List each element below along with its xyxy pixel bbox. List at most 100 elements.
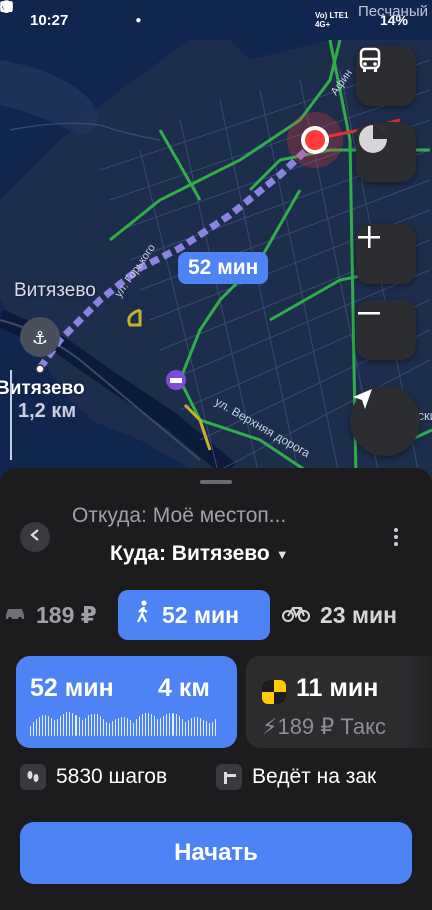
elevation-bar [196,717,198,736]
scale-distance: 1,2 км [18,400,77,422]
elevation-bar [214,719,216,736]
sheet-handle[interactable] [200,480,232,484]
bicycle-icon [282,602,310,629]
taxi-card-time: 11 мин [296,674,379,702]
elevation-bar [205,721,207,736]
to-text: Куда: Витязево [110,542,270,565]
elevation-bar [36,719,38,736]
app-screen: ⚓ ул. Горького ул. Верхняя дорога Афин П… [0,0,432,910]
elevation-bar [145,713,147,736]
elevation-bar [105,722,107,736]
more-menu-button[interactable] [394,528,400,546]
elevation-bar [54,720,56,736]
elevation-bar [199,718,201,736]
elevation-bar [42,715,44,736]
walking-icon [134,600,152,630]
start-button[interactable]: Начать [20,822,412,884]
my-location-button[interactable] [350,386,420,456]
mode-car[interactable]: 189 ₽ [4,590,97,640]
elevation-bar [33,722,35,736]
caret-down-icon: ▼ [275,546,289,562]
transport-modes: 189 ₽ 52 мин 23 мин [0,590,432,640]
elevation-bar [202,720,204,736]
walk-route-card[interactable]: 52 мин 4 км [16,656,237,748]
to-field[interactable]: Куда: Витязево ▼ [110,542,289,566]
elevation-bar [78,717,80,736]
leads-text: Ведёт на зак [252,765,377,788]
car-icon [4,602,26,629]
taxi-fade [406,656,432,748]
lightning-icon: ⚡ [262,714,278,739]
route-sheet: Откуда: Моё местоп... Куда: Витязево ▼ 18… [0,468,432,910]
yandex-taxi-icon [262,680,286,704]
elevation-bar [133,723,135,736]
elevation-bar [60,716,62,736]
elevation-bar [190,718,192,736]
leads-info: Ведёт на зак [216,760,376,794]
elevation-bar [87,715,89,736]
elevation-bar [142,714,144,736]
transit-button[interactable] [356,46,416,106]
walk-card-time: 52 мин [30,674,114,702]
elevation-bar [151,714,153,736]
elevation-bar [148,713,150,736]
elevation-bar [127,718,129,736]
walk-card-distance: 4 км [158,674,210,702]
elevation-bar [120,717,122,736]
taxi-card[interactable]: 11 мин ⚡189 ₽ Такс [246,656,432,748]
elevation-profile [30,708,216,736]
back-button[interactable] [20,522,50,552]
elevation-bar [130,720,132,736]
place-label-anchor: Витязево [0,378,85,399]
footprints-icon [20,764,46,790]
elevation-bar [117,718,119,736]
status-time: 10:27 [30,11,69,29]
map-view[interactable]: ⚓ ул. Горького ул. Верхняя дорога Афин П… [0,0,432,480]
mode-walk[interactable]: 52 мин [118,590,270,640]
steps-text: 5830 шагов [56,765,168,788]
layers-button[interactable] [356,122,416,182]
elevation-bar [93,714,95,736]
elevation-bar [211,722,213,736]
svg-text:⚓: ⚓ [32,328,48,349]
elevation-bar [81,720,83,736]
elevation-bar [102,719,104,736]
elevation-bar [208,723,210,736]
elevation-bar [66,712,68,736]
elevation-bar [114,719,116,736]
elevation-bar [184,722,186,736]
elevation-bar [90,714,92,736]
from-field[interactable]: Откуда: Моё местоп... [72,504,286,528]
elevation-bar [178,716,180,736]
elevation-bar [108,723,110,736]
zoom-out-button[interactable] [356,300,416,360]
place-label: Витязево [14,280,96,301]
elevation-bar [166,714,168,736]
elevation-bar [96,714,98,736]
taxi-card-price: ⚡189 ₽ Такс [262,714,386,740]
notification-dot-icon: ● [135,14,142,26]
mode-bike[interactable]: 23 мин [282,590,397,640]
elevation-bar [172,713,174,736]
elevation-bar [99,716,101,736]
elevation-bar [123,717,125,736]
elevation-bar [30,726,32,736]
route-time-badge[interactable]: 52 мин [178,252,269,284]
modes-fade [392,590,432,640]
elevation-bar [111,721,113,736]
elevation-bar [72,713,74,736]
alarm-icon [0,1,290,27]
elevation-bar [169,713,171,736]
elevation-bar [69,712,71,736]
elevation-bar [139,716,141,736]
elevation-bar [84,718,86,736]
elevation-bar [157,719,159,736]
elevation-bar [63,714,65,736]
elevation-bar [160,718,162,736]
elevation-bar [48,716,50,736]
taxi-price-text: 189 ₽ Такс [277,714,386,739]
zoom-in-button[interactable] [356,224,416,284]
elevation-bar [187,720,189,736]
network-label: Vo) LTE1 4G+ [314,11,349,29]
elevation-bar [175,714,177,736]
